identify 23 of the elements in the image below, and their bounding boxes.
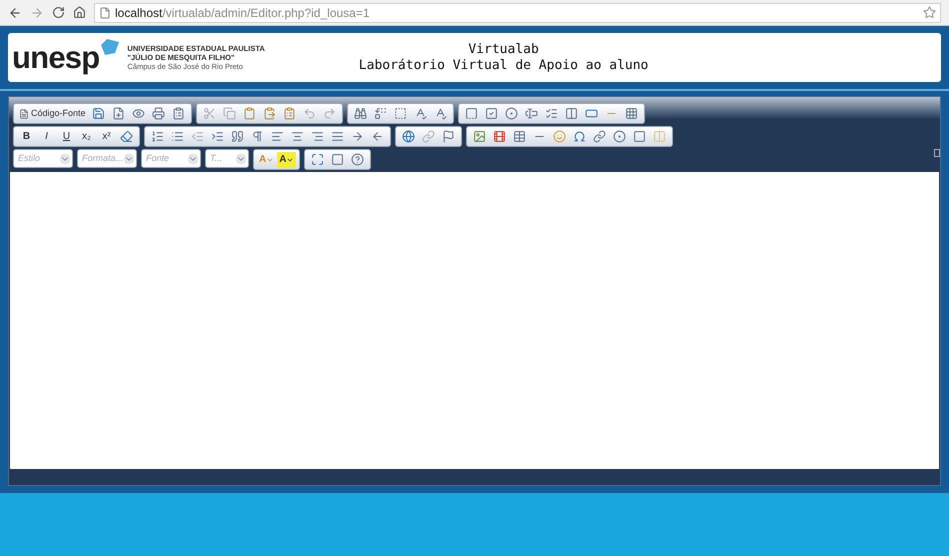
format-button[interactable]: U	[57, 128, 76, 146]
dropdown-arrow-icon	[236, 154, 246, 164]
dropdown-arrow-icon	[124, 154, 134, 164]
format-button[interactable]: x²	[97, 128, 116, 146]
page-icon	[99, 6, 111, 18]
address-bar[interactable]: localhost/virtualab/admin/Editor.php?id_lousa=1	[94, 2, 941, 22]
bookmark-star-icon[interactable]	[923, 6, 936, 19]
home-icon[interactable]	[73, 6, 86, 19]
format-button[interactable]: I	[37, 128, 56, 146]
dropdown-arrow-icon	[60, 154, 70, 164]
back-icon[interactable]	[8, 6, 22, 20]
format-button[interactable]: B	[17, 128, 36, 146]
site-title: Virtualab	[468, 42, 539, 58]
logo: unesp	[12, 42, 100, 73]
url-text: localhost/virtualab/admin/Editor.php?id_lousa=1	[115, 4, 370, 22]
background-color-button[interactable]: A	[277, 152, 296, 168]
reload-icon[interactable]	[52, 6, 65, 19]
logo-mark-icon	[99, 37, 122, 57]
format-button[interactable]: x₂	[77, 128, 96, 146]
document-icon	[19, 108, 29, 118]
dropdown-arrow-icon	[188, 154, 198, 164]
resize-handle-icon[interactable]	[934, 149, 940, 157]
site-tagline: Laborátorio Virtual de Apoio ao aluno	[358, 58, 648, 74]
